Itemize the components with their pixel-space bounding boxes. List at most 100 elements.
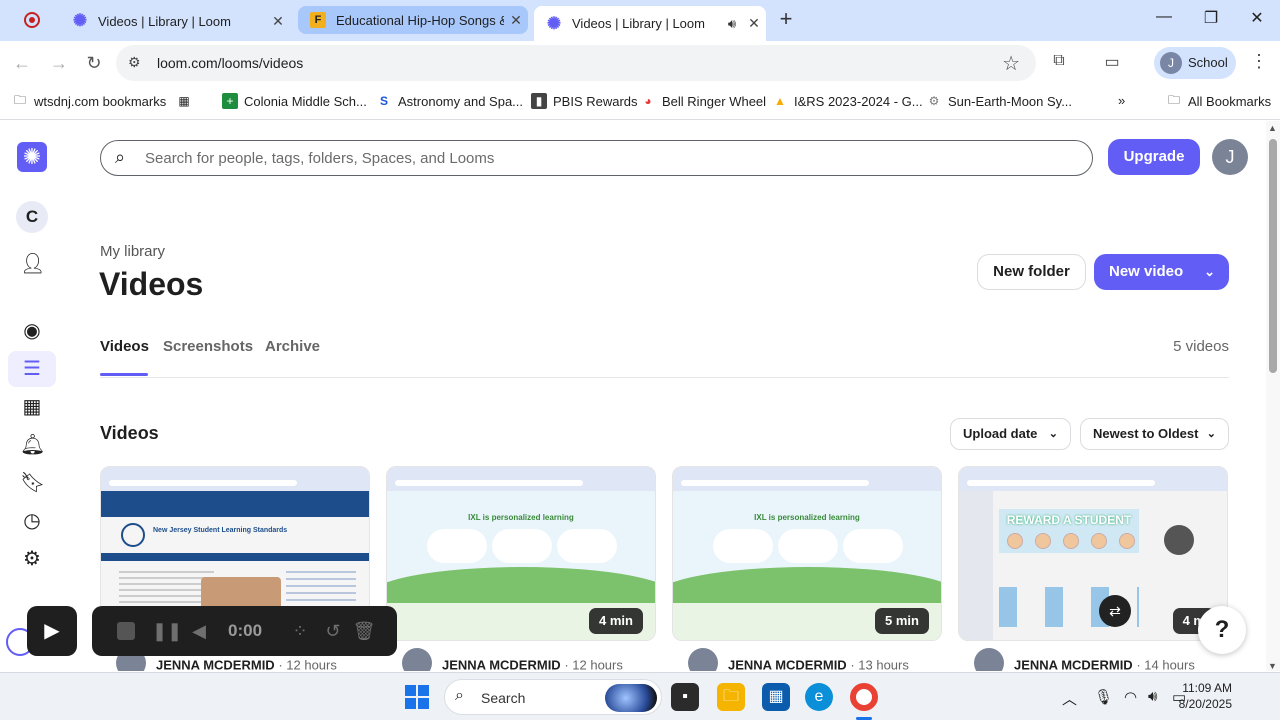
address-bar[interactable]: ⚙︎ loom.com/looms/videos ☆ xyxy=(116,45,1036,81)
close-tab-icon[interactable]: ✕ xyxy=(266,13,290,30)
avatar xyxy=(402,648,432,671)
edge-browser-icon[interactable]: e xyxy=(805,683,833,711)
thumbnail-browser-chrome xyxy=(101,467,369,491)
profile-icon[interactable]: ◉ xyxy=(20,319,44,343)
notifications-icon[interactable]: 🔔︎ xyxy=(20,433,45,457)
more-bookmarks-icon[interactable]: » xyxy=(1118,93,1125,108)
reload-icon[interactable]: ↻ xyxy=(82,51,106,75)
restore-icon[interactable]: ❐ xyxy=(1196,8,1226,28)
swap-camera-icon[interactable]: ⇄ xyxy=(1099,595,1131,627)
new-video-button[interactable]: New video ⌄ xyxy=(1094,254,1229,290)
sort-order-select[interactable]: Newest to Oldest ⌄ xyxy=(1080,418,1229,450)
recording-indicator-icon xyxy=(24,12,40,28)
back-icon[interactable]: ← xyxy=(10,51,34,75)
loom-logo-icon[interactable]: ✺ xyxy=(17,142,47,172)
stop-recording-icon[interactable] xyxy=(117,622,135,640)
close-window-icon[interactable]: ✕ xyxy=(1242,8,1272,28)
forward-icon[interactable]: → xyxy=(47,51,71,75)
cast-icon[interactable]: ▭ xyxy=(1101,52,1123,74)
taskbar-search[interactable]: ⌕ Search xyxy=(444,679,662,715)
site-settings-icon[interactable]: ⚙︎ xyxy=(128,54,141,71)
windows-taskbar: ⌕ Search ▪ 🗀︎ ▦ e ︿ 🎙︎ ◠ 🔊︎ ▭ 11:09 AM 8… xyxy=(0,672,1280,720)
bookmark-label: wtsdnj.com bookmarks xyxy=(34,93,167,109)
all-bookmarks[interactable]: 🗀︎ All Bookmarks xyxy=(1166,93,1271,109)
url-text[interactable]: loom.com/looms/videos xyxy=(157,55,303,71)
folder-icon: 🗀︎ xyxy=(13,92,26,107)
flocabulary-icon: F xyxy=(310,12,326,28)
avatar[interactable]: J xyxy=(1212,139,1248,175)
sort-field-select[interactable]: Upload date ⌄ xyxy=(950,418,1071,450)
bookmark-wtsdnj[interactable]: 🗀︎ wtsdnj.com bookmarks xyxy=(12,93,166,109)
close-tab-icon[interactable]: ✕ xyxy=(504,12,528,29)
bookmark-apps[interactable]: ▦ xyxy=(176,93,198,109)
new-folder-button[interactable]: New folder xyxy=(977,254,1086,290)
more-menu-icon[interactable]: ⋮ xyxy=(1250,51,1268,72)
video-author[interactable]: JENNA MCDERMID xyxy=(156,657,275,671)
tab-archive[interactable]: Archive xyxy=(265,338,320,355)
drawing-tools-icon[interactable]: ⁘ xyxy=(288,619,312,643)
history-icon[interactable]: ◷ xyxy=(20,509,44,533)
video-thumbnail[interactable]: IXL is personalized learning 5 min xyxy=(672,466,942,641)
browser-tab-3[interactable]: ✺ Videos | Library | Loom 🔊︎ ✕ xyxy=(534,6,766,41)
windows-start-icon[interactable] xyxy=(405,685,429,709)
student-face-icon xyxy=(1091,533,1107,549)
video-card[interactable]: IXL is personalized learning 4 min JENNA… xyxy=(386,466,656,671)
bookmark-irs[interactable]: ▲ I&RS 2023-2024 - G... xyxy=(772,93,923,109)
wifi-icon[interactable]: ◠ xyxy=(1124,688,1137,706)
page-scrollbar[interactable]: ▲ ▼ xyxy=(1266,121,1280,671)
extensions-icon[interactable]: ⧉ xyxy=(1048,52,1070,74)
video-card[interactable]: IXL is personalized learning 5 min JENNA… xyxy=(672,466,942,671)
settings-icon[interactable]: ⚙︎ xyxy=(20,547,44,571)
scroll-up-icon[interactable]: ▲ xyxy=(1268,123,1277,133)
chrome-browser-icon[interactable] xyxy=(850,683,878,711)
microphone-icon[interactable]: 🎙︎ xyxy=(1094,688,1113,706)
delete-icon[interactable]: 🗑︎ xyxy=(352,619,376,643)
upgrade-button[interactable]: Upgrade xyxy=(1108,139,1200,175)
workspace-avatar[interactable]: C xyxy=(16,201,48,233)
camera-toggle-button[interactable]: ▶︎ xyxy=(27,606,77,656)
bookmark-colonia[interactable]: + Colonia Middle Sch... xyxy=(222,93,367,109)
profile-button[interactable]: J School xyxy=(1154,47,1236,79)
restart-icon[interactable]: ↺ xyxy=(321,619,345,643)
show-hidden-icons-icon[interactable]: ︿ xyxy=(1062,688,1077,709)
chevron-down-icon: ⌄ xyxy=(1206,428,1216,440)
rewind-icon[interactable]: ◀︎ xyxy=(187,619,211,643)
file-explorer-icon[interactable]: 🗀︎ xyxy=(717,683,745,711)
minimize-icon[interactable]: — xyxy=(1149,8,1179,26)
bookmark-astronomy[interactable]: S Astronomy and Spa... xyxy=(376,93,523,109)
new-tab-icon[interactable]: + xyxy=(776,8,796,32)
bookmark-icon[interactable]: 🔖︎ xyxy=(20,471,45,495)
tab-screenshots[interactable]: Screenshots xyxy=(163,338,253,355)
video-thumbnail[interactable]: REWARD A STUDENT ⇄ 4 m xyxy=(958,466,1228,641)
scrollbar-thumb[interactable] xyxy=(1269,139,1277,373)
store-icon[interactable]: ▦ xyxy=(762,683,790,711)
system-clock[interactable]: 11:09 AM 8/20/2025 xyxy=(1170,680,1232,712)
tab-videos[interactable]: Videos xyxy=(100,338,149,355)
search-input[interactable]: ⌕ Search for people, tags, folders, Spac… xyxy=(100,140,1093,176)
audio-playing-icon[interactable]: 🔊︎ xyxy=(722,16,742,32)
bookmark-pbis[interactable]: ▮ PBIS Rewards xyxy=(531,93,638,109)
calendar-icon[interactable]: ▦ xyxy=(20,395,44,419)
bookmark-label: PBIS Rewards xyxy=(553,93,638,109)
video-author[interactable]: JENNA MCDERMID xyxy=(1014,657,1133,671)
breadcrumb[interactable]: My library xyxy=(100,243,165,260)
help-button[interactable]: ? xyxy=(1198,606,1246,654)
invite-user-icon[interactable]: 👤︎ xyxy=(20,252,45,276)
video-card[interactable]: REWARD A STUDENT ⇄ 4 m JENNA MCDERMID · … xyxy=(958,466,1228,671)
video-author[interactable]: JENNA MCDERMID xyxy=(728,657,847,671)
bookmark-bell-ringer[interactable]: ◕ Bell Ringer Wheel xyxy=(640,93,766,109)
pause-icon[interactable]: ❚❚ xyxy=(152,619,182,643)
browser-toolbar: ← → ↻ ⚙︎ loom.com/looms/videos ☆ ⧉ ▭ J S… xyxy=(0,41,1280,85)
video-thumbnail[interactable]: IXL is personalized learning 4 min xyxy=(386,466,656,641)
browser-tab-2[interactable]: F Educational Hip-Hop Songs & V ✕ xyxy=(298,6,528,34)
library-icon[interactable]: ☰ xyxy=(20,357,44,381)
close-tab-icon[interactable]: ✕ xyxy=(742,15,766,32)
chevron-down-icon[interactable]: ⌄ xyxy=(1204,254,1215,290)
bookmark-sun-earth-moon[interactable]: ⚙︎ Sun-Earth-Moon Sy... xyxy=(926,93,1072,109)
scroll-down-icon[interactable]: ▼ xyxy=(1268,661,1277,671)
video-author[interactable]: JENNA MCDERMID xyxy=(442,657,561,671)
volume-icon[interactable]: 🔊︎ xyxy=(1148,688,1157,705)
terminal-app-icon[interactable]: ▪ xyxy=(671,683,699,711)
browser-tab-1[interactable]: ✺ Videos | Library | Loom ✕ xyxy=(60,6,290,36)
bookmark-star-icon[interactable]: ☆ xyxy=(1002,51,1020,76)
